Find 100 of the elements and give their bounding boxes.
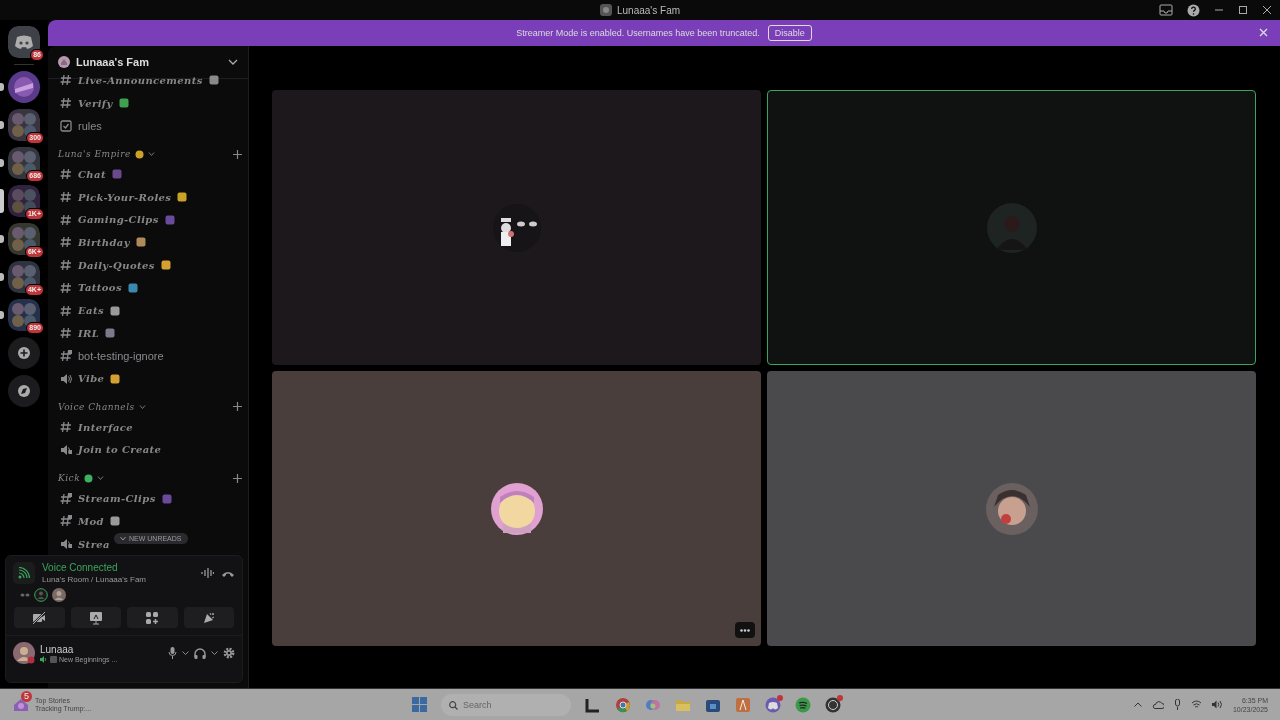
- avatar: [985, 201, 1038, 254]
- category-name[interactable]: Kick: [58, 473, 81, 484]
- screen-share-button[interactable]: [70, 607, 121, 628]
- volume-icon[interactable]: [1211, 700, 1223, 709]
- channel-name[interactable]: Interface: [78, 421, 134, 433]
- channel-name[interactable]: Birthday: [78, 236, 130, 248]
- add-channel-icon[interactable]: [233, 402, 242, 412]
- checklist-icon: [60, 119, 72, 132]
- channel-name[interactable]: Strea: [78, 538, 110, 550]
- category-name[interactable]: Voice Channels: [58, 401, 135, 412]
- channel-name[interactable]: Gaming-Clips: [78, 214, 159, 226]
- hash-icon: [60, 168, 72, 181]
- channel-name[interactable]: Mod: [78, 515, 104, 527]
- hash-icon: [60, 213, 72, 226]
- emoji-icon: [105, 328, 116, 339]
- chrome-icon[interactable]: [615, 696, 631, 713]
- notification-dot: [777, 694, 783, 701]
- wifi-icon[interactable]: [1190, 700, 1202, 709]
- locked-speaker-icon: [60, 538, 72, 551]
- server-folder-icon[interactable]: [8, 261, 40, 293]
- activities-button[interactable]: [127, 607, 178, 628]
- server-folder-icon[interactable]: [8, 109, 40, 141]
- server-folder-icon[interactable]: [8, 147, 40, 179]
- avatar: [13, 642, 35, 664]
- obs-icon[interactable]: [825, 696, 841, 713]
- category-name[interactable]: Luna's Empire: [58, 149, 131, 160]
- more-button[interactable]: [735, 622, 755, 638]
- more-icon: [740, 628, 750, 632]
- help-icon[interactable]: [1187, 3, 1200, 17]
- channel-name[interactable]: Stream-Clips: [78, 493, 156, 505]
- video-tile[interactable]: [767, 371, 1256, 646]
- emoji-icon: [118, 98, 129, 109]
- notification-dot: [837, 694, 843, 701]
- speaker-icon: [60, 372, 72, 385]
- video-tile[interactable]: [272, 90, 761, 365]
- cloud-icon[interactable]: [1151, 700, 1164, 709]
- channel-name[interactable]: Tattoos: [78, 282, 122, 294]
- notification-badge: 5: [21, 690, 32, 702]
- channel-name[interactable]: Pick-Your-Roles: [78, 191, 172, 203]
- video-tile[interactable]: [767, 90, 1256, 365]
- settings-icon[interactable]: [223, 647, 235, 659]
- soundboard-button[interactable]: [183, 607, 234, 628]
- hash-icon: [60, 421, 72, 434]
- channel-name[interactable]: Verify: [78, 97, 113, 109]
- disable-button[interactable]: Disable: [767, 25, 812, 41]
- search-field[interactable]: Search: [441, 693, 571, 716]
- locked-hash-icon: [60, 515, 72, 528]
- soundwave-icon[interactable]: [201, 567, 214, 579]
- app-icon[interactable]: [735, 696, 751, 713]
- channel-name[interactable]: bot-testing-ignore: [78, 349, 164, 362]
- camera-button[interactable]: [14, 607, 65, 628]
- server-icon[interactable]: [8, 71, 40, 103]
- search-icon: [449, 700, 458, 710]
- server-icon: [58, 56, 70, 68]
- discord-icon[interactable]: [8, 26, 40, 58]
- channel-name[interactable]: Eats: [78, 305, 104, 317]
- microphone-icon[interactable]: [1173, 699, 1181, 710]
- channel-name[interactable]: Vibe: [78, 373, 105, 385]
- hash-icon: [60, 259, 72, 272]
- avatar: [985, 482, 1038, 535]
- inbox-icon[interactable]: [1159, 4, 1173, 16]
- discord-icon[interactable]: [765, 696, 781, 713]
- server-folder-icon[interactable]: [8, 223, 40, 255]
- avatar: [490, 482, 543, 535]
- spotify-icon[interactable]: [795, 696, 811, 713]
- username: Lunaaa: [40, 643, 75, 655]
- add-server-icon[interactable]: [8, 337, 40, 369]
- compass-icon[interactable]: [8, 375, 40, 407]
- server-folder-icon[interactable]: [8, 299, 40, 331]
- chevron-down-icon[interactable]: [182, 650, 189, 656]
- task-view-icon[interactable]: [585, 696, 601, 713]
- channel-name[interactable]: Join to Create: [78, 444, 162, 456]
- chevron-down-icon[interactable]: [228, 58, 238, 66]
- emoji-icon: [109, 305, 120, 316]
- locked-hash-icon: [60, 492, 72, 505]
- server-name[interactable]: Lunaaa's Fam: [76, 56, 222, 68]
- close-icon[interactable]: [1262, 5, 1272, 15]
- channel-name[interactable]: Live-Announcements: [78, 74, 203, 86]
- window-title: Lunaaa's Fam: [616, 4, 681, 16]
- locked-hash-icon: [60, 349, 72, 362]
- camera-off-icon: [32, 610, 47, 625]
- add-channel-icon[interactable]: [233, 149, 242, 159]
- voice-location[interactable]: Luna's Room / Lunaaa's Fam: [42, 575, 194, 584]
- channel-name[interactable]: IRL: [78, 327, 100, 339]
- maximize-icon[interactable]: [1238, 5, 1248, 15]
- chevron-down-icon[interactable]: [211, 650, 218, 656]
- headphones-icon[interactable]: [194, 647, 206, 659]
- microphone-icon[interactable]: [168, 647, 177, 659]
- video-tile[interactable]: [272, 371, 761, 646]
- channel-name[interactable]: rules: [78, 119, 102, 132]
- eyes-icon: [20, 592, 30, 598]
- hash-icon: [60, 191, 72, 204]
- channel-name[interactable]: Chat: [78, 168, 106, 180]
- hash-icon: [60, 97, 72, 110]
- add-channel-icon[interactable]: [233, 473, 242, 483]
- server-folder-icon[interactable]: [8, 185, 40, 217]
- chevron-up-icon[interactable]: [1133, 702, 1142, 707]
- hash-icon: [60, 327, 72, 340]
- voice-status: Voice Connected: [42, 562, 119, 573]
- channel-name[interactable]: Daily-Quotes: [78, 259, 155, 271]
